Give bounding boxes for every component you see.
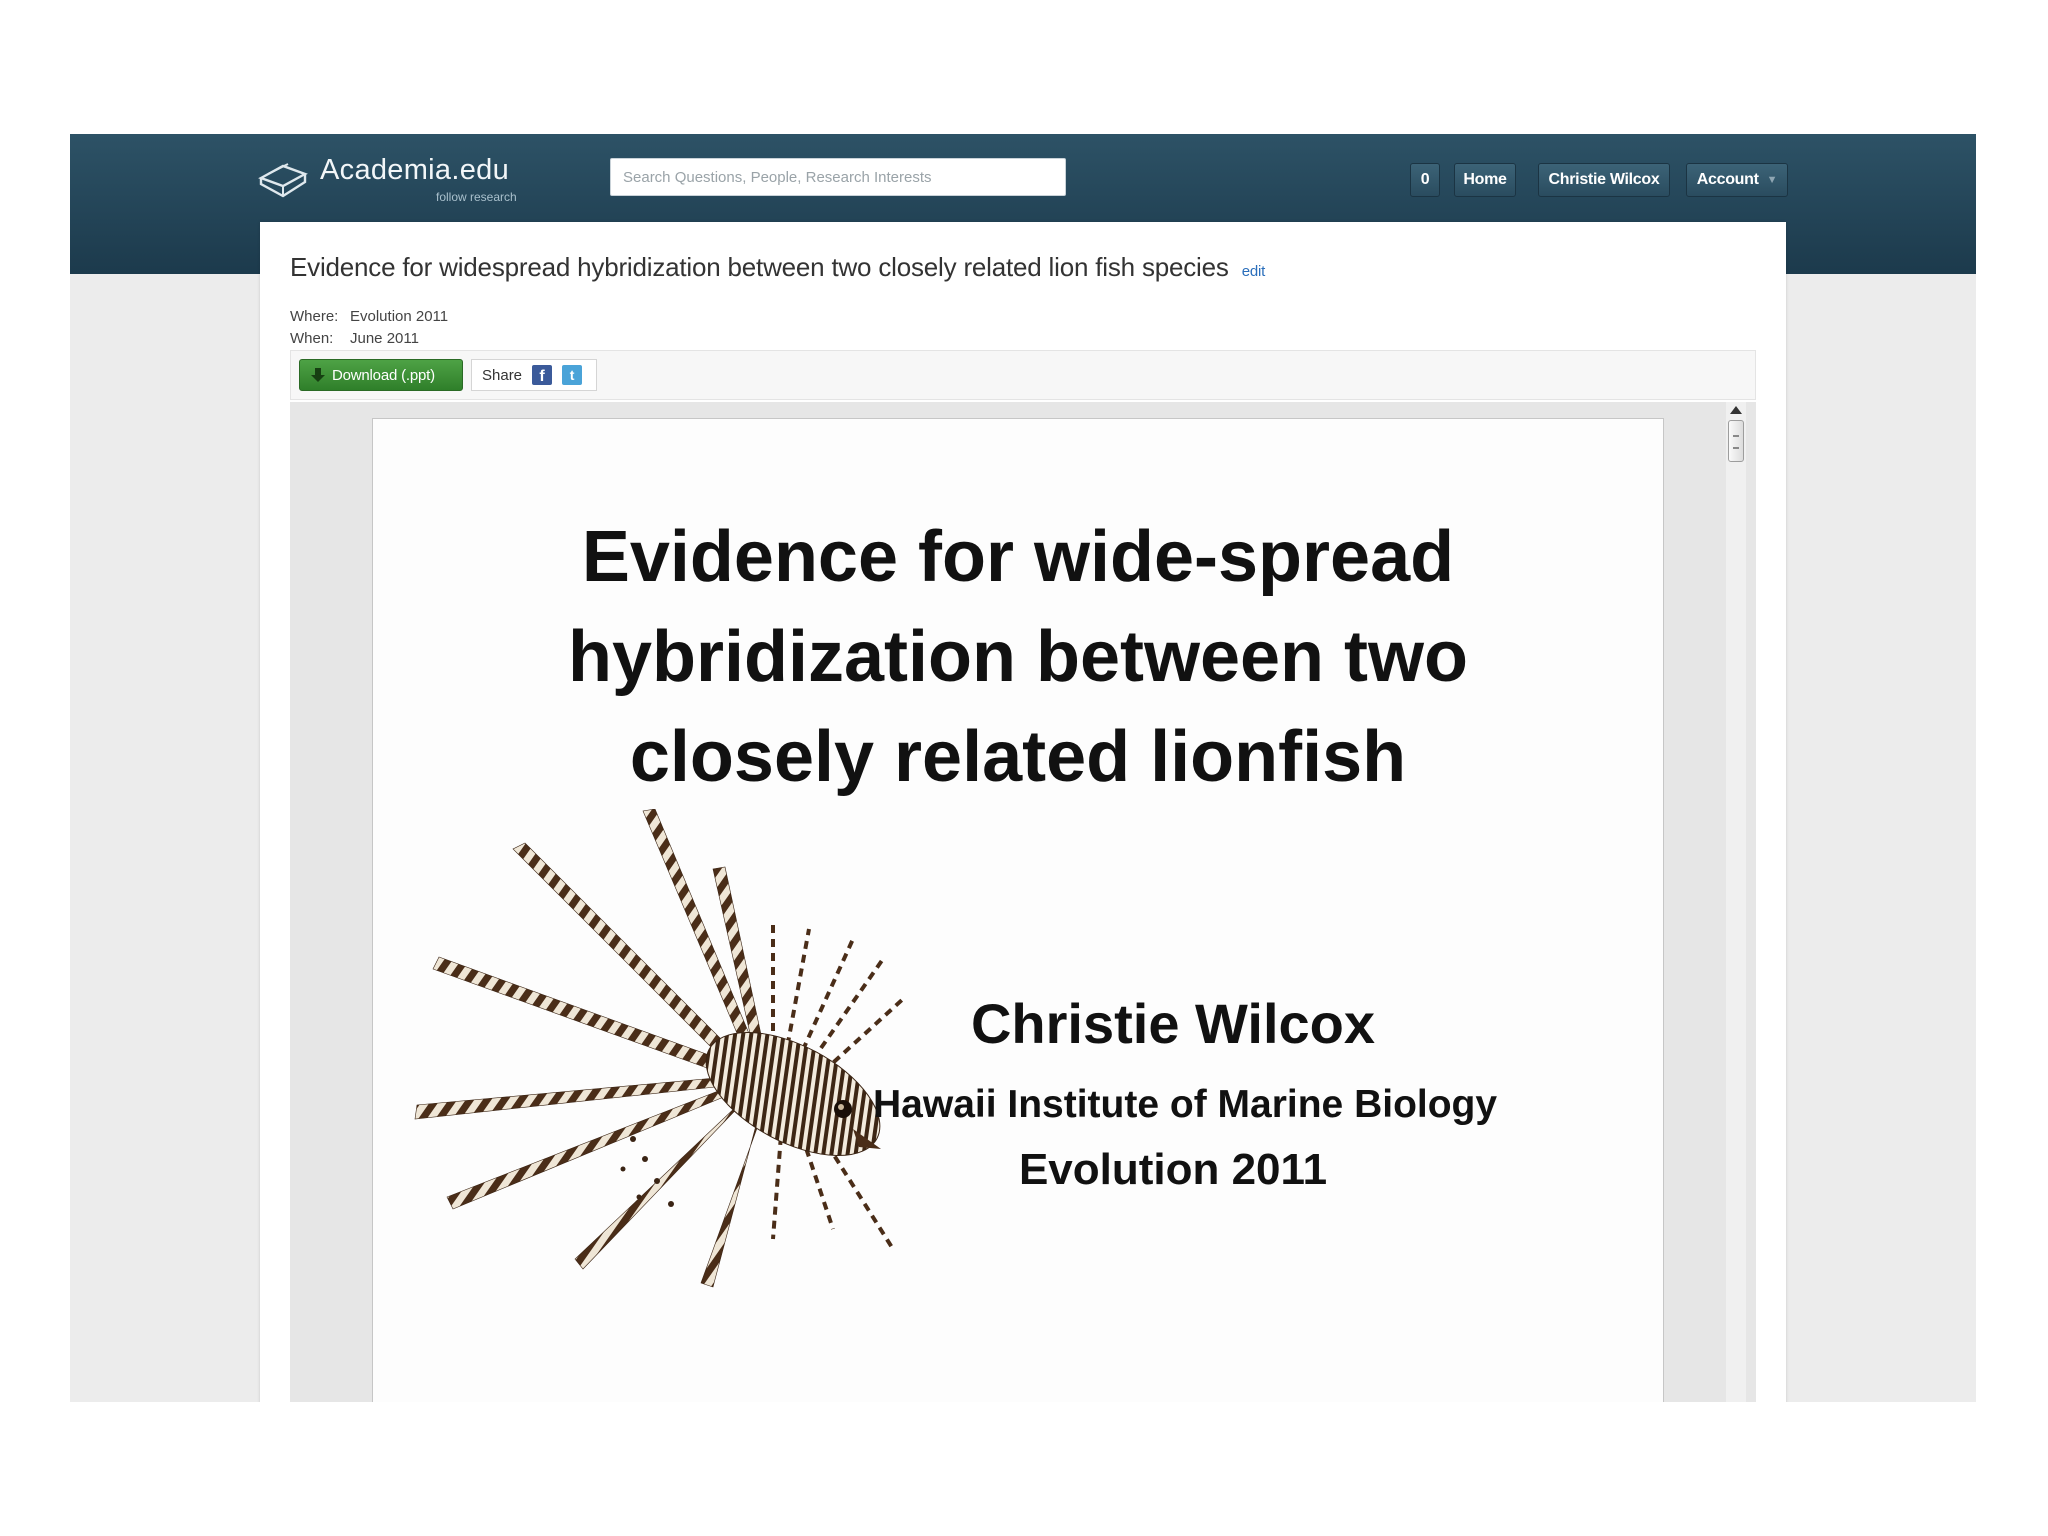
search-input[interactable] <box>610 158 1066 196</box>
edit-link[interactable]: edit <box>1242 263 1266 280</box>
document-panel: Evidence for widespread hybridization be… <box>260 222 1786 1402</box>
when-label: When: <box>290 330 334 347</box>
account-label: Account <box>1696 171 1759 188</box>
slide-title-line: closely related lionfish <box>629 717 1407 797</box>
when-value: June 2011 <box>350 330 419 347</box>
share-label: Share <box>482 366 523 384</box>
download-icon <box>311 368 325 382</box>
slide-viewer[interactable]: Evidence for wide-spread hybridization b… <box>290 402 1756 1402</box>
presentation-slide: Evidence for wide-spread hybridization b… <box>372 418 1664 1402</box>
slide-title: Evidence for wide-spread hybridization b… <box>373 507 1663 807</box>
slide-author: Christie Wilcox <box>970 992 1376 1055</box>
document-when: When: June 2011 <box>290 330 419 347</box>
document-title: Evidence for widespread hybridization be… <box>290 252 1229 282</box>
academia-logo[interactable]: Academia.edu follow research <box>258 152 548 208</box>
facebook-glyph: f <box>539 368 545 385</box>
share-box: Share f t <box>471 359 597 391</box>
twitter-icon[interactable]: t <box>562 365 583 385</box>
slide-scrollbar[interactable] <box>1726 402 1746 1402</box>
scroll-up-arrow-icon[interactable] <box>1730 406 1742 414</box>
slide-title-line: Evidence for wide-spread <box>581 517 1455 597</box>
academia-logo-icon <box>258 163 308 198</box>
home-button[interactable]: Home <box>1454 163 1516 197</box>
download-label: Download (.ppt) <box>332 366 435 384</box>
browser-screen: Academia.edu follow research 0 Home Chri… <box>70 134 1976 1402</box>
document-where: Where: Evolution 2011 <box>290 308 448 325</box>
slide-title-line: hybridization between two <box>567 617 1469 697</box>
home-label: Home <box>1463 171 1507 188</box>
logo-text: Academia.edu <box>320 154 509 186</box>
twitter-glyph: t <box>569 367 575 383</box>
scroll-thumb[interactable] <box>1728 420 1744 462</box>
facebook-icon[interactable]: f <box>532 365 553 385</box>
document-title-row: Evidence for widespread hybridization be… <box>290 252 1265 283</box>
notification-count: 0 <box>1420 171 1430 188</box>
notification-count-button[interactable]: 0 <box>1410 163 1440 197</box>
document-toolbar: Download (.ppt) Share f t <box>290 350 1756 400</box>
where-value: Evolution 2011 <box>350 308 449 325</box>
where-label: Where: <box>290 308 339 325</box>
account-menu-button[interactable]: Account ▼ <box>1686 163 1788 197</box>
profile-button[interactable]: Christie Wilcox <box>1538 163 1670 197</box>
dropdown-caret-icon: ▼ <box>1766 174 1778 186</box>
profile-label: Christie Wilcox <box>1548 171 1660 188</box>
download-button[interactable]: Download (.ppt) <box>299 359 463 391</box>
slide-event: Evolution 2011 <box>1018 1145 1328 1194</box>
slide-affiliation: Hawaii Institute of Marine Biology <box>873 1083 1498 1126</box>
logo-tagline: follow research <box>436 190 517 204</box>
